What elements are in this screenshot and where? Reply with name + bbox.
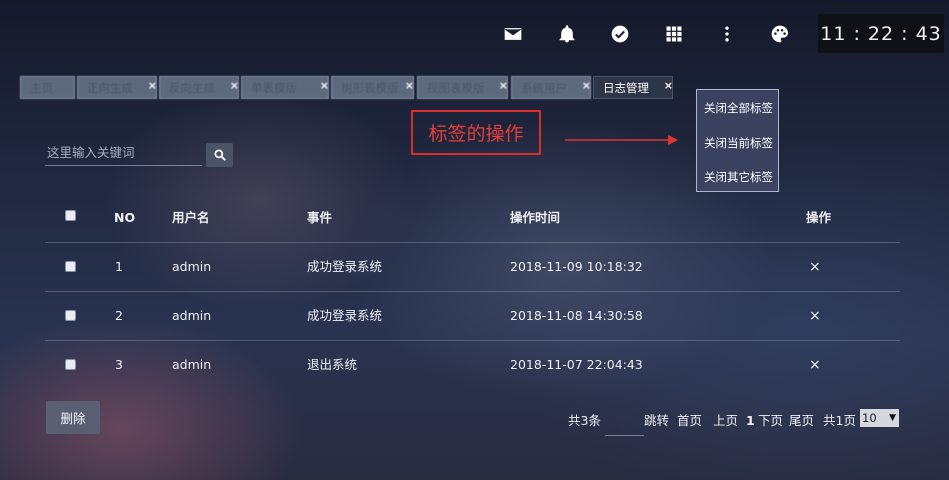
header-username: 用户名: [172, 210, 210, 225]
jump-page-input[interactable]: [605, 415, 644, 436]
select-all-checkbox[interactable]: [65, 210, 76, 221]
page-count: 共1页: [823, 413, 856, 428]
page-size-value: 10: [862, 411, 877, 425]
tab-close-icon[interactable]: ×: [320, 74, 329, 97]
tab-close-icon[interactable]: ×: [405, 74, 414, 97]
tab-label: 日志管理: [603, 81, 649, 95]
table-row: 2 admin 成功登录系统 2018-11-08 14:30:58 ×: [45, 292, 900, 341]
tab-close-icon[interactable]: ×: [148, 74, 157, 97]
tab-home[interactable]: 主页: [20, 76, 75, 99]
search-input[interactable]: [45, 139, 202, 166]
tab-label: 主页: [30, 81, 53, 95]
palette-icon[interactable]: [768, 22, 792, 46]
pagination: 共3条 跳转 首页 上页 1 下页 尾页 共1页: [0, 410, 949, 432]
search-icon: [213, 149, 226, 161]
tab-label: 反向生成: [169, 81, 215, 95]
tab-forward-gen[interactable]: 正向生成 ×: [77, 76, 157, 99]
header-no: NO: [114, 210, 136, 225]
top-bar: 11 : 22 : 43: [0, 0, 949, 68]
cell-no: 1: [115, 259, 123, 274]
header-time: 操作时间: [510, 210, 561, 225]
cell-username: admin: [172, 357, 212, 372]
first-page-link[interactable]: 首页: [677, 410, 702, 432]
last-page-link[interactable]: 尾页: [789, 410, 814, 432]
search-button[interactable]: [206, 143, 233, 167]
cell-time: 2018-11-07 22:04:43: [510, 357, 643, 372]
tab-label: 正向生成: [87, 81, 133, 95]
tab-context-menu: 关闭全部标签 关闭当前标签 关闭其它标签: [696, 89, 779, 192]
check-circle-icon[interactable]: [608, 22, 632, 46]
current-page: 1: [746, 413, 755, 428]
tab-close-icon[interactable]: ×: [582, 74, 591, 97]
cell-no: 3: [115, 357, 123, 372]
tab-tree-table[interactable]: 树形表模版 ×: [331, 76, 414, 99]
header-event: 事件: [307, 210, 333, 225]
row-checkbox[interactable]: [65, 310, 76, 321]
cell-time: 2018-11-08 14:30:58: [510, 308, 643, 323]
dropdown-arrow-icon: ▼: [889, 413, 896, 423]
mail-icon[interactable]: [501, 22, 525, 46]
delete-row-icon[interactable]: ×: [809, 292, 821, 340]
table-row: 3 admin 退出系统 2018-11-07 22:04:43 ×: [45, 341, 900, 389]
close-all-tabs-item[interactable]: 关闭全部标签: [697, 100, 780, 116]
bell-icon[interactable]: [555, 22, 579, 46]
log-table: NO 用户名 事件 操作时间 操作 1 admin 成功登录系统 2018-11…: [45, 194, 900, 389]
cell-event: 成功登录系统: [307, 259, 383, 274]
cell-event: 成功登录系统: [307, 308, 383, 323]
apps-grid-icon[interactable]: [662, 22, 686, 46]
row-checkbox[interactable]: [65, 359, 76, 370]
tab-reverse-gen[interactable]: 反向生成 ×: [159, 76, 239, 99]
tab-view-table[interactable]: 视图表模版 ×: [417, 76, 508, 99]
table-header-row: NO 用户名 事件 操作时间 操作: [45, 194, 900, 243]
clock-display: 11 : 22 : 43: [818, 14, 944, 53]
tab-log-management[interactable]: 日志管理 ×: [593, 76, 673, 99]
tab-label: 单表模版: [251, 81, 297, 95]
cell-no: 2: [115, 308, 123, 323]
page-size-select[interactable]: 10 ▼: [860, 409, 899, 427]
annotation-arrow-icon: [565, 135, 678, 145]
tab-single-table[interactable]: 单表模版 ×: [241, 76, 329, 99]
next-page-link[interactable]: 下页: [758, 410, 783, 432]
tab-close-icon[interactable]: ×: [499, 74, 508, 97]
tab-system-users[interactable]: 系统用户 ×: [511, 76, 591, 99]
header-action: 操作: [806, 210, 832, 225]
tab-label: 树形表模版: [341, 81, 399, 95]
total-count: 共3条: [568, 413, 601, 428]
tab-close-icon[interactable]: ×: [230, 74, 239, 97]
close-other-tabs-item[interactable]: 关闭其它标签: [697, 169, 780, 185]
row-checkbox[interactable]: [65, 261, 76, 272]
more-vert-icon[interactable]: [715, 22, 739, 46]
close-current-tab-item[interactable]: 关闭当前标签: [697, 135, 780, 151]
prev-page-link[interactable]: 上页: [713, 410, 738, 432]
annotation-label: 标签的操作: [411, 110, 541, 155]
tab-close-icon[interactable]: ×: [664, 74, 673, 97]
cell-event: 退出系统: [307, 357, 358, 372]
cell-username: admin: [172, 259, 212, 274]
delete-row-icon[interactable]: ×: [809, 243, 821, 291]
cell-time: 2018-11-09 10:18:32: [510, 259, 643, 274]
table-row: 1 admin 成功登录系统 2018-11-09 10:18:32 ×: [45, 243, 900, 292]
tab-label: 视图表模版: [427, 81, 485, 95]
jump-link[interactable]: 跳转: [644, 410, 669, 432]
tab-label: 系统用户: [521, 81, 567, 95]
delete-row-icon[interactable]: ×: [809, 341, 821, 389]
cell-username: admin: [172, 308, 212, 323]
